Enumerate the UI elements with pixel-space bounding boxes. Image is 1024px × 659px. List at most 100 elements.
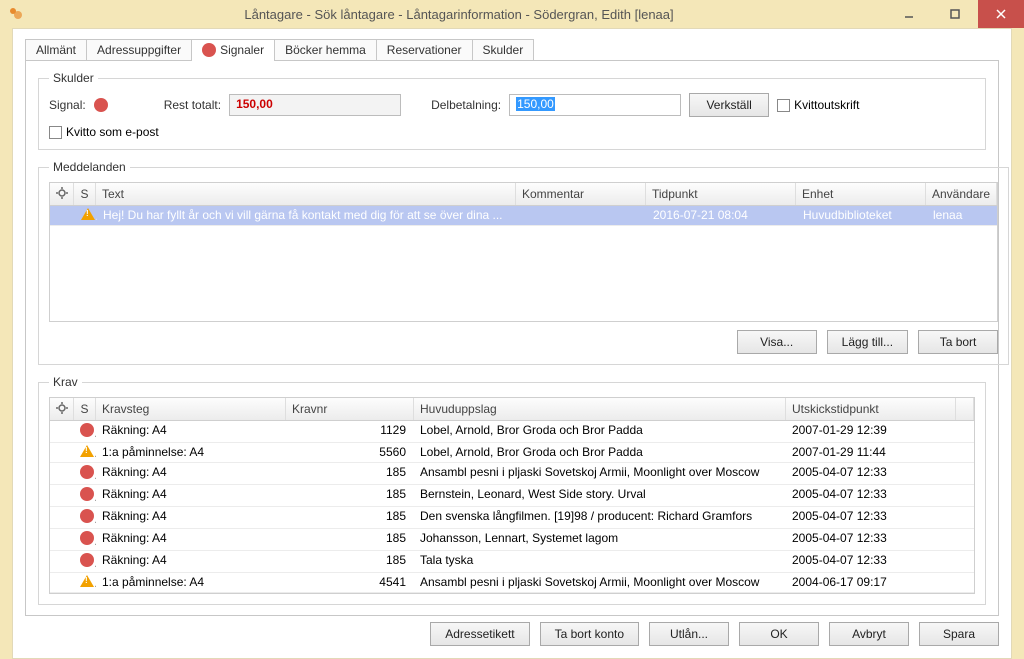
cell-kravsteg: Räkning: A4 — [96, 463, 286, 484]
col-s[interactable]: S — [74, 398, 96, 420]
meddelanden-body: Hej! Du har fyllt år och vi vill gärna f… — [50, 206, 997, 226]
krav-header: S Kravsteg Kravnr Huvuduppslag Utskickst… — [50, 398, 974, 421]
cell-kravnr: 185 — [286, 463, 414, 484]
row-gear-cell — [50, 573, 74, 592]
utlan-button[interactable]: Utlån... — [649, 622, 729, 646]
row-gear-cell — [50, 529, 74, 550]
stop-icon — [80, 553, 94, 567]
row-gear-cell — [51, 206, 75, 225]
avbryt-button[interactable]: Avbryt — [829, 622, 909, 646]
row-icon-cell — [74, 443, 96, 462]
warn-icon — [80, 575, 94, 587]
lagg-till-button[interactable]: Lägg till... — [827, 330, 908, 354]
meddelanden-legend: Meddelanden — [49, 160, 130, 174]
spara-button[interactable]: Spara — [919, 622, 999, 646]
krav-legend: Krav — [49, 375, 82, 389]
close-button[interactable] — [978, 0, 1024, 28]
window-controls — [886, 0, 1024, 28]
cell-kravsteg: 1:a påminnelse: A4 — [96, 443, 286, 462]
meddelanden-group: Meddelanden S Text Kommentar Tidpunkt En… — [38, 160, 1009, 365]
cell-tid: 2016-07-21 08:04 — [647, 206, 797, 225]
kvitto-epost-checkbox[interactable]: Kvitto som e-post — [49, 125, 159, 139]
stop-icon — [80, 531, 94, 545]
maximize-button[interactable] — [932, 0, 978, 28]
tab-signaler-label: Signaler — [220, 43, 264, 57]
verkstall-button[interactable]: Verkställ — [689, 93, 769, 117]
delbetalning-input[interactable]: 150,00 — [509, 94, 681, 116]
stop-icon — [80, 509, 94, 523]
table-row[interactable]: Hej! Du har fyllt år och vi vill gärna f… — [50, 206, 997, 226]
ok-button[interactable]: OK — [739, 622, 819, 646]
ta-bort-konto-button[interactable]: Ta bort konto — [540, 622, 639, 646]
app-icon — [8, 6, 24, 22]
tab-skulder[interactable]: Skulder — [472, 39, 535, 61]
cell-kravnr: 1129 — [286, 421, 414, 442]
minimize-button[interactable] — [886, 0, 932, 28]
visa-button[interactable]: Visa... — [737, 330, 817, 354]
col-kravnr[interactable]: Kravnr — [286, 398, 414, 420]
adressetikett-button[interactable]: Adressetikett — [430, 622, 529, 646]
cell-kravnr: 4541 — [286, 573, 414, 592]
row-icon-cell — [75, 206, 97, 225]
col-tidpunkt[interactable]: Tidpunkt — [646, 183, 796, 205]
table-row[interactable]: Räkning: A41129Lobel, Arnold, Bror Groda… — [50, 421, 974, 443]
gear-header[interactable] — [50, 183, 74, 205]
tab-allmant[interactable]: Allmänt — [25, 39, 87, 61]
tab-signaler[interactable]: Signaler — [191, 39, 275, 61]
tab-reservationer[interactable]: Reservationer — [376, 39, 473, 61]
cell-text: Hej! Du har fyllt år och vi vill gärna f… — [97, 206, 517, 225]
row-icon-cell — [74, 529, 96, 550]
tab-bocker-hemma[interactable]: Böcker hemma — [274, 39, 377, 61]
table-row[interactable]: Räkning: A4185Ansambl pesni i pljaski So… — [50, 463, 974, 485]
scrollbar-spacer — [956, 551, 974, 572]
krav-grid[interactable]: S Kravsteg Kravnr Huvuduppslag Utskickst… — [49, 397, 975, 594]
cell-kravnr: 185 — [286, 485, 414, 506]
kvittoutskrift-checkbox[interactable]: Kvittoutskrift — [777, 98, 859, 112]
titlebar: Låntagare - Sök låntagare - Låntagarinfo… — [0, 0, 1024, 28]
gear-header[interactable] — [50, 398, 74, 420]
scrollbar-spacer — [956, 529, 974, 550]
table-row[interactable]: Räkning: A4185Den svenska långfilmen. [1… — [50, 507, 974, 529]
stop-icon — [80, 487, 94, 501]
row-gear-cell — [50, 421, 74, 442]
col-kravsteg[interactable]: Kravsteg — [96, 398, 286, 420]
row-icon-cell — [74, 573, 96, 592]
row-icon-cell — [74, 507, 96, 528]
scrollbar-spacer — [956, 421, 974, 442]
warn-icon — [81, 208, 95, 220]
col-s[interactable]: S — [74, 183, 96, 205]
col-text[interactable]: Text — [96, 183, 516, 205]
cell-kravnr: 185 — [286, 551, 414, 572]
skulder-legend: Skulder — [49, 71, 98, 85]
window-title: Låntagare - Sök låntagare - Låntagarinfo… — [32, 7, 886, 22]
cell-kravnr: 185 — [286, 529, 414, 550]
ta-bort-button[interactable]: Ta bort — [918, 330, 998, 354]
col-enhet[interactable]: Enhet — [796, 183, 926, 205]
delbetalning-label: Delbetalning: — [431, 98, 501, 112]
table-row[interactable]: 1:a påminnelse: A45560Lobel, Arnold, Bro… — [50, 443, 974, 463]
cell-utskick: 2007-01-29 12:39 — [786, 421, 956, 442]
row-icon-cell — [74, 551, 96, 572]
col-utskickstidpunkt[interactable]: Utskickstidpunkt — [786, 398, 956, 420]
col-huvuduppslag[interactable]: Huvuduppslag — [414, 398, 786, 420]
krav-group: Krav S Kravsteg Kravnr Huvuduppslag Utsk… — [38, 375, 986, 605]
cell-anv: lenaa — [927, 206, 996, 225]
table-row[interactable]: 1:a påminnelse: A44541Ansambl pesni i pl… — [50, 573, 974, 593]
row-icon-cell — [74, 463, 96, 484]
table-row[interactable]: Räkning: A4185Bernstein, Leonard, West S… — [50, 485, 974, 507]
table-row[interactable]: Räkning: A4185Tala tyska2005-04-07 12:33 — [50, 551, 974, 573]
gear-icon — [56, 187, 67, 199]
cell-kravsteg: Räkning: A4 — [96, 507, 286, 528]
col-anvandare[interactable]: Användare — [926, 183, 997, 205]
cell-kravsteg: Räkning: A4 — [96, 551, 286, 572]
kvitto-epost-label: Kvitto som e-post — [66, 125, 159, 139]
meddelanden-buttons: Visa... Lägg till... Ta bort — [49, 330, 998, 354]
tab-adressuppgifter[interactable]: Adressuppgifter — [86, 39, 192, 61]
meddelanden-grid[interactable]: S Text Kommentar Tidpunkt Enhet Användar… — [49, 182, 998, 322]
row-icon-cell — [74, 485, 96, 506]
col-kommentar[interactable]: Kommentar — [516, 183, 646, 205]
scrollbar-spacer — [956, 573, 974, 592]
cell-kravsteg: Räkning: A4 — [96, 421, 286, 442]
table-row[interactable]: Räkning: A4185Johansson, Lennart, System… — [50, 529, 974, 551]
stop-icon — [202, 43, 216, 57]
